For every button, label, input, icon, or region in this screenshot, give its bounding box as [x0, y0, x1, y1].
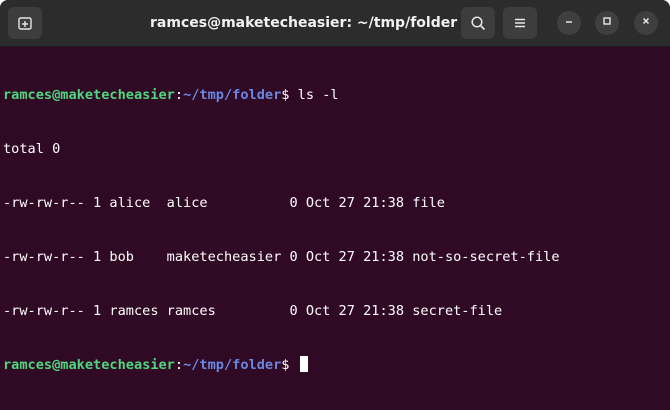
prompt-line: ramces@maketecheasier:~/tmp/folder$ ls -…: [3, 86, 667, 104]
prompt-colon: :: [174, 357, 184, 373]
terminal-content[interactable]: ramces@maketecheasier:~/tmp/folder$ ls -…: [3, 50, 667, 410]
new-tab-button[interactable]: [8, 7, 42, 39]
prompt-path: ~/tmp/folder: [183, 87, 282, 103]
close-icon: [640, 14, 652, 32]
search-icon: [470, 15, 486, 31]
output-line: total 0: [3, 141, 61, 157]
prompt-colon: :: [174, 87, 184, 103]
menu-button[interactable]: [503, 7, 537, 39]
prompt-line: ramces@maketecheasier:~/tmp/folder$: [3, 356, 667, 374]
hamburger-menu-icon: [512, 15, 528, 31]
terminal-window: ramces@maketecheasier: ~/tmp/folder ramc…: [0, 0, 670, 410]
prompt-user: ramces@maketecheasier: [3, 357, 175, 373]
prompt-path: ~/tmp/folder: [183, 357, 282, 373]
prompt-symbol: $: [281, 357, 298, 373]
minimize-button[interactable]: [557, 11, 581, 35]
output-line: -rw-rw-r-- 1 bob maketecheasier 0 Oct 27…: [3, 249, 560, 265]
minimize-icon: [563, 14, 575, 32]
output-line: -rw-rw-r-- 1 alice alice 0 Oct 27 21:38 …: [3, 195, 445, 211]
maximize-icon: [601, 14, 613, 32]
window-title: ramces@maketecheasier: ~/tmp/folder: [150, 15, 458, 31]
prompt-symbol: $: [281, 87, 298, 103]
maximize-button[interactable]: [595, 11, 619, 35]
title-bar[interactable]: ramces@maketecheasier: ~/tmp/folder: [0, 0, 670, 47]
output-line: -rw-rw-r-- 1 ramces ramces 0 Oct 27 21:3…: [3, 303, 503, 319]
new-tab-icon: [17, 15, 33, 31]
prompt-user: ramces@maketecheasier: [3, 87, 175, 103]
text-cursor: [299, 356, 308, 372]
command-text: ls -l: [297, 87, 339, 103]
search-button[interactable]: [461, 7, 495, 39]
close-button[interactable]: [634, 11, 658, 35]
